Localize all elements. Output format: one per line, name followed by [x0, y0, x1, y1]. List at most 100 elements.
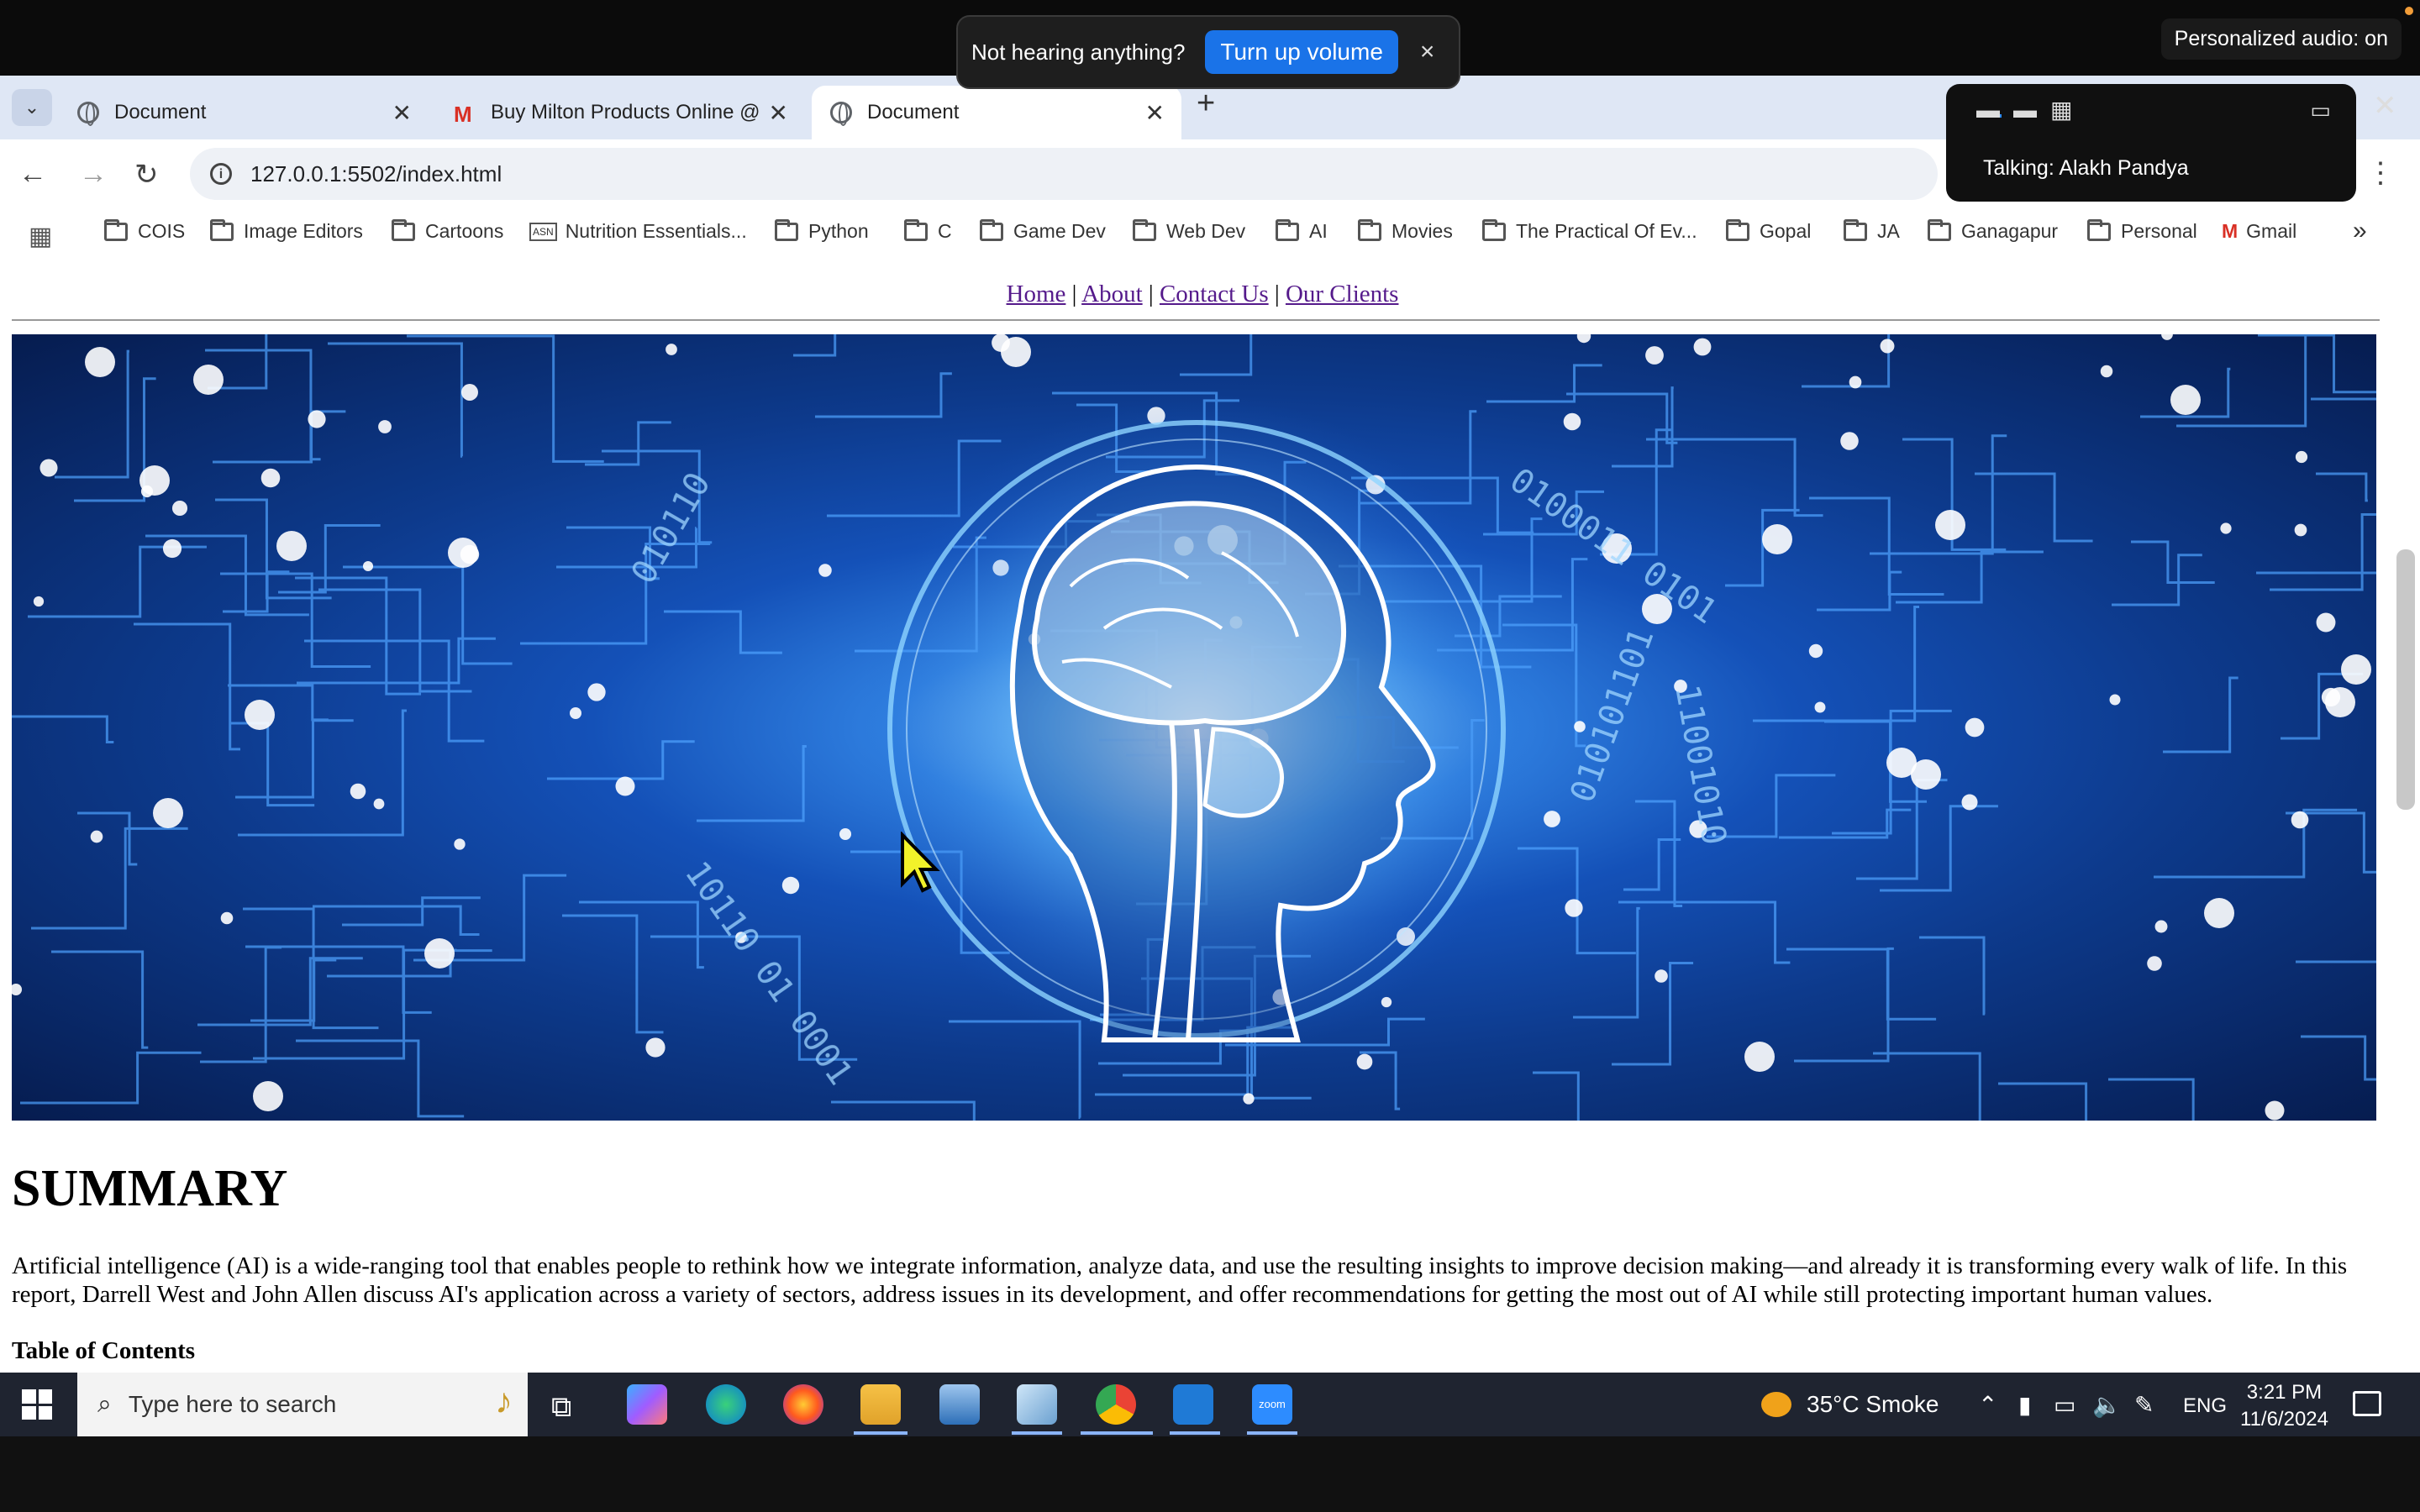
browser-menu-icon[interactable]: ⋮ [2366, 156, 2395, 190]
tab-close-icon[interactable]: ✕ [392, 99, 412, 127]
bookmark-label: Gopal [1760, 220, 1812, 242]
bookmark-label: COIS [138, 220, 186, 242]
talking-indicator: Talking: Alakh Pandya [1983, 156, 2189, 180]
site-favicon-icon: ASN [529, 222, 557, 241]
notification-icon[interactable] [2353, 1391, 2381, 1416]
gmail-icon: M [454, 102, 472, 127]
svg-text:10110 01 0001: 10110 01 0001 [677, 854, 860, 1092]
bookmark-label: JA [1877, 220, 1900, 242]
bookmark-item[interactable]: Movies [1358, 218, 1453, 243]
url-bar[interactable]: i 127.0.0.1:5502/index.html [190, 148, 1938, 200]
site-info-icon[interactable]: i [210, 163, 232, 185]
zoom-app-icon[interactable]: zoom [1252, 1384, 1292, 1425]
notepad-icon[interactable] [1017, 1384, 1057, 1425]
folder-icon [1358, 218, 1381, 241]
weather-widget[interactable]: 35°C Smoke [1761, 1391, 1939, 1418]
zoom-close-icon[interactable]: ✕ [2373, 89, 2397, 123]
bookmark-item[interactable]: Cartoons [392, 218, 504, 243]
search-icon: ⌕ [97, 1390, 112, 1418]
bookmark-item[interactable]: AI [1276, 218, 1328, 243]
remote-desktop-icon[interactable] [939, 1384, 980, 1425]
bookmark-item[interactable]: JA [1844, 218, 1900, 243]
gmail-icon: M [2222, 220, 2238, 242]
recording-indicator [2405, 7, 2413, 15]
bookmarks-overflow-icon[interactable]: » [2353, 217, 2367, 245]
site-nav: Home | About | Contact Us | Our Clients [0, 281, 2405, 308]
language-indicator[interactable]: ENG [2183, 1394, 2227, 1418]
bookmark-item[interactable]: The Practical Of Ev... [1482, 218, 1697, 243]
nav-contact-link[interactable]: Contact Us [1160, 281, 1269, 307]
active-app-indicator [1012, 1431, 1062, 1435]
tab-document-active[interactable]: Document ✕ [812, 86, 1181, 139]
bookmark-item[interactable]: Python [775, 218, 869, 243]
bookmark-label: The Practical Of Ev... [1516, 220, 1697, 242]
url-text[interactable]: 127.0.0.1:5502/index.html [250, 161, 502, 187]
apps-grid-icon[interactable]: ▦ [29, 222, 52, 251]
clock[interactable]: 3:21 PM 11/6/2024 [2240, 1379, 2328, 1433]
new-tab-button[interactable]: + [1197, 86, 1215, 122]
bookmark-item[interactable]: Ganagapur [1928, 218, 2058, 243]
reload-icon[interactable]: ↻ [134, 158, 159, 192]
nav-clients-link[interactable]: Our Clients [1286, 281, 1399, 307]
chrome-icon[interactable] [1096, 1384, 1136, 1425]
personalized-audio-status: Personalized audio: on [2160, 18, 2402, 60]
bookmark-label: Gmail [2246, 220, 2297, 242]
active-app-indicator [1081, 1431, 1153, 1435]
edge-icon[interactable] [706, 1384, 746, 1425]
bookmark-label: Python [808, 220, 869, 242]
tab-search-dropdown[interactable]: ⌄ [12, 89, 52, 126]
folder-icon [104, 218, 128, 241]
clock-date: 11/6/2024 [2240, 1408, 2328, 1431]
folder-icon [1844, 218, 1867, 241]
back-icon[interactable]: ← [18, 158, 47, 191]
microphone-icon[interactable]: ▮ [2018, 1391, 2031, 1419]
pen-icon[interactable]: ✎ [2134, 1391, 2154, 1419]
weather-text: 35°C Smoke [1807, 1391, 1939, 1417]
vscode-icon[interactable] [1173, 1384, 1213, 1425]
folder-icon [1482, 218, 1506, 241]
tab-close-icon[interactable]: ✕ [1145, 99, 1165, 127]
battery-icon[interactable]: ▭ [2054, 1391, 2075, 1419]
folder-icon [1133, 218, 1156, 241]
bookmark-item[interactable]: C [904, 218, 952, 243]
chevron-up-icon[interactable]: ⌃ [1978, 1391, 1997, 1419]
forward-icon[interactable]: → [79, 158, 108, 191]
bookmark-item[interactable]: Game Dev [980, 218, 1106, 243]
close-icon[interactable]: × [1420, 38, 1435, 66]
bookmark-item[interactable]: Image Editors [210, 218, 363, 243]
windows-start-icon[interactable] [22, 1389, 52, 1420]
file-explorer-icon[interactable] [860, 1384, 901, 1425]
copilot-icon[interactable] [627, 1384, 667, 1425]
summary-heading: SUMMARY [12, 1160, 288, 1217]
active-app-indicator [854, 1431, 908, 1435]
globe-icon [830, 102, 852, 126]
bookmark-item[interactable]: M Gmail [2222, 220, 2296, 243]
firefox-icon[interactable] [783, 1384, 823, 1425]
view-layout-icons[interactable]: ▬▬▦ [1976, 96, 2086, 123]
page-scrollbar[interactable] [2396, 549, 2415, 810]
bookmark-item[interactable]: Personal [2087, 218, 2197, 243]
expand-window-icon[interactable]: ▭ [2310, 97, 2331, 123]
turn-up-volume-button[interactable]: Turn up volume [1205, 30, 1398, 74]
tab-document-1[interactable]: Document ✕ [59, 86, 429, 139]
zoom-mini-panel: ▬▬▦ ▭ Talking: Alakh Pandya [1946, 84, 2356, 202]
folder-icon [1276, 218, 1299, 241]
tab-milton[interactable]: M Buy Milton Products Online @ ✕ [435, 86, 805, 139]
volume-icon[interactable]: 🔈 [2092, 1391, 2122, 1419]
bookmark-item[interactable]: Gopal [1726, 218, 1812, 243]
bookmark-label: Movies [1392, 220, 1453, 242]
task-view-icon[interactable]: ⧉ [551, 1391, 571, 1424]
tab-title: Document [867, 101, 960, 123]
bookmark-item[interactable]: Web Dev [1133, 218, 1245, 243]
tab-close-icon[interactable]: ✕ [769, 99, 788, 127]
taskbar-search[interactable]: ⌕ Type here to search ♪ [77, 1373, 528, 1436]
folder-icon [392, 218, 415, 241]
nav-about-link[interactable]: About [1081, 281, 1143, 307]
nav-home-link[interactable]: Home [1007, 281, 1066, 307]
bookmark-label: Cartoons [425, 220, 504, 242]
nav-separator: | [1071, 281, 1077, 307]
bookmark-item[interactable]: ASN Nutrition Essentials... [529, 220, 747, 243]
folder-icon [980, 218, 1003, 241]
bookmark-item[interactable]: COIS [104, 218, 186, 243]
search-placeholder[interactable]: Type here to search [129, 1391, 336, 1418]
